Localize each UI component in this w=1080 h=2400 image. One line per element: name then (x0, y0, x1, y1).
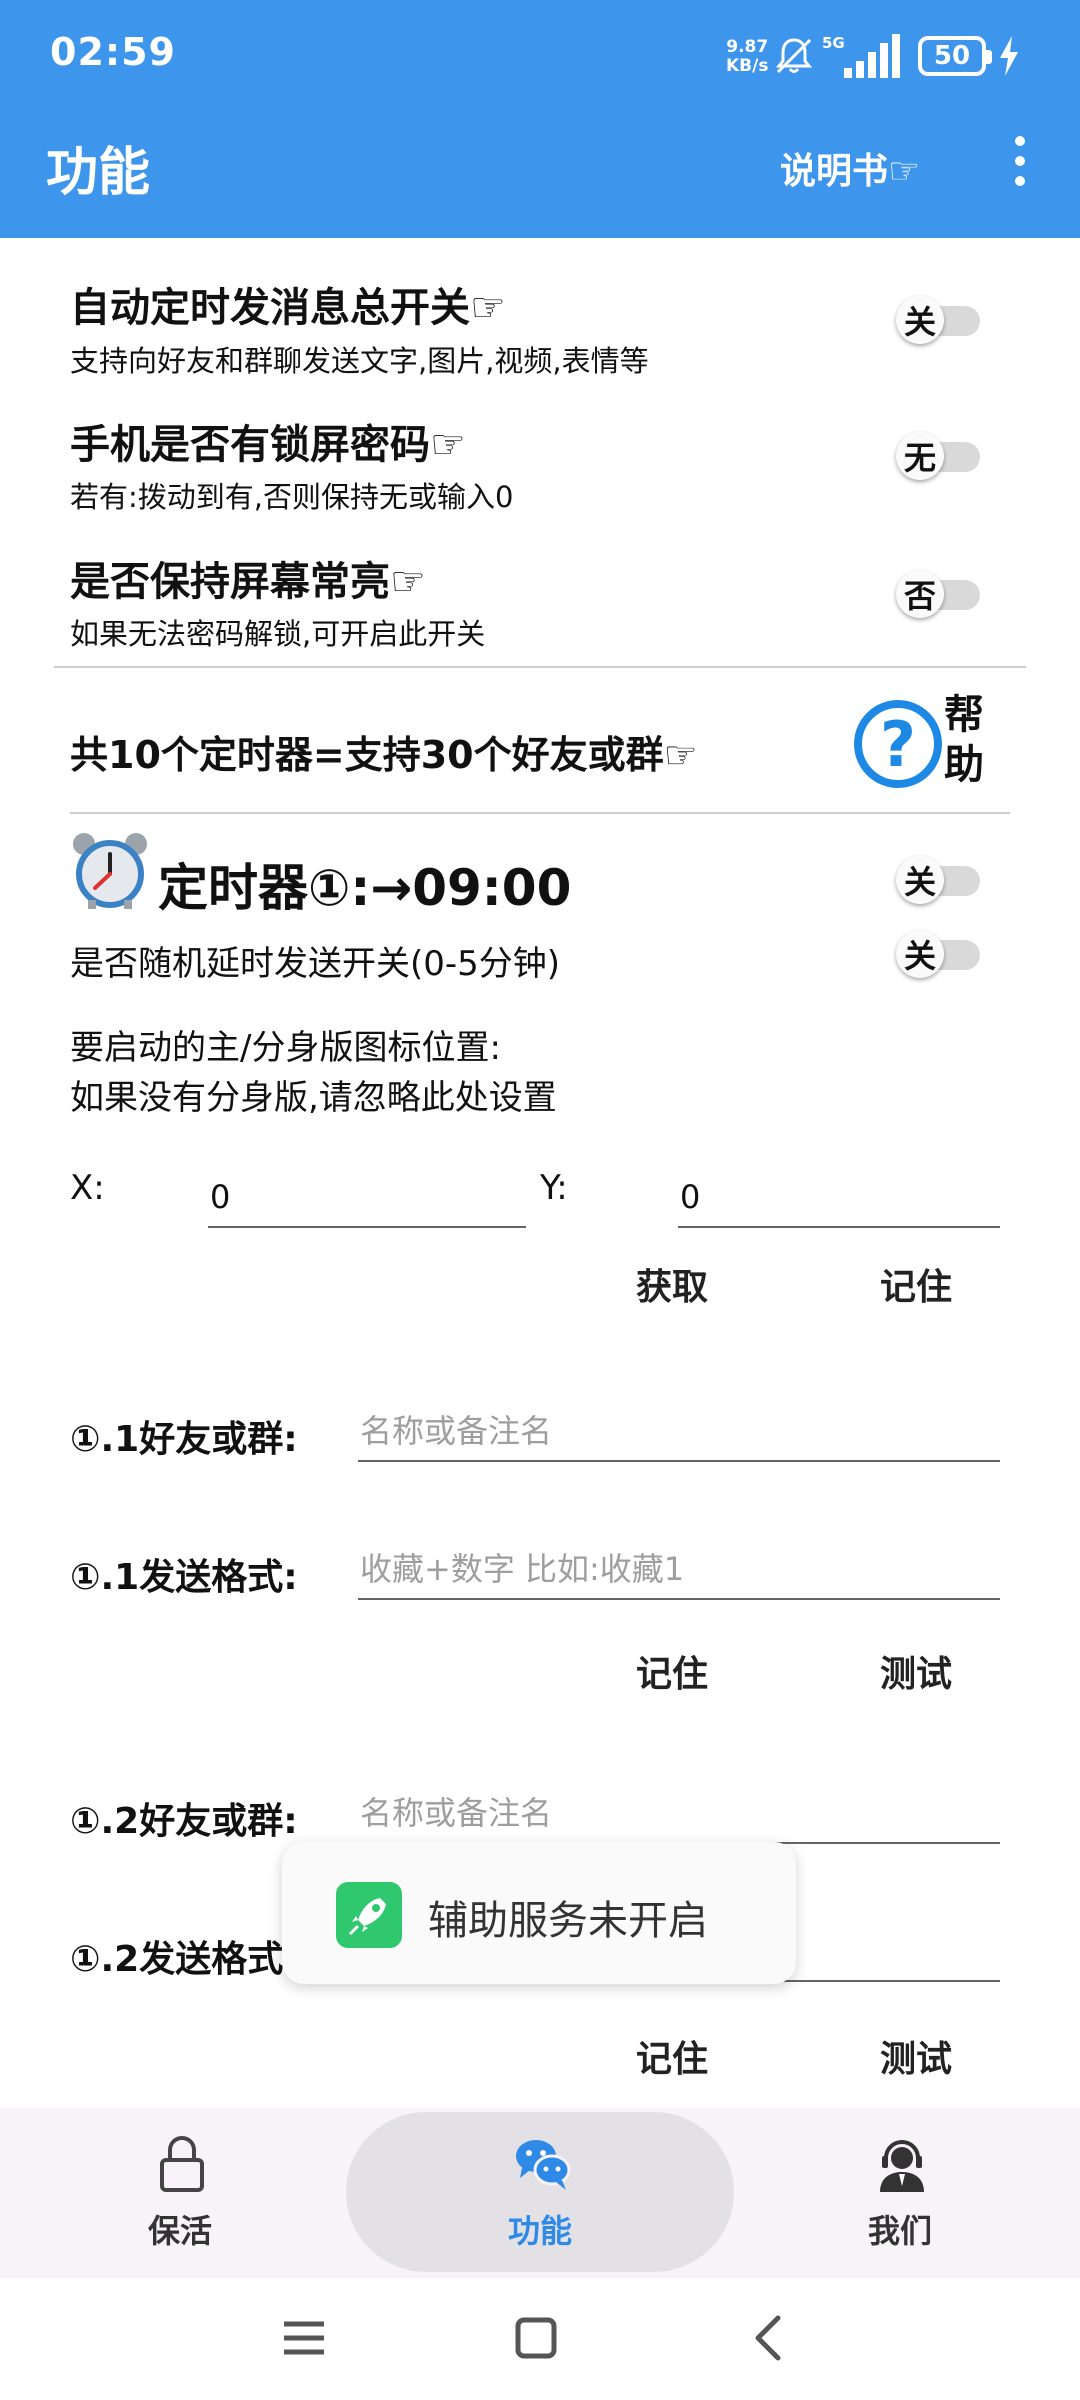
chat-icon (516, 2140, 571, 2190)
app-rocket-icon (336, 1882, 402, 1948)
timer-1-switch[interactable]: 关 (896, 856, 982, 904)
timer-1-title: 定时器①:→09:00 (158, 859, 572, 917)
friend-1-2-input[interactable] (358, 1784, 1000, 1844)
back-icon[interactable] (738, 2306, 802, 2370)
alarm-clock-icon (73, 833, 147, 909)
nav-item-about-us[interactable]: 我们 (800, 2108, 1000, 2278)
overflow-menu-icon[interactable] (1010, 136, 1030, 190)
remember-position-button[interactable]: 记住 (880, 1258, 952, 1310)
status-bar: 02:59 9.87 KB/s 5G 50 (0, 0, 1080, 110)
x-label: X: (70, 1168, 105, 1208)
status-time: 02:59 (50, 30, 176, 74)
support-agent-icon (880, 2140, 924, 2192)
mute-bell-icon (775, 38, 813, 74)
toast-text: 辅助服务未开启 (428, 1898, 708, 1944)
lock-password-switch[interactable]: 无 (896, 432, 982, 480)
manual-button[interactable]: 说明书☞ (780, 142, 920, 194)
charging-icon (1000, 36, 1018, 76)
test-1-1-button[interactable]: 测试 (880, 1645, 952, 1697)
setting-title-lock-password: 手机是否有锁屏密码☞ (70, 422, 466, 468)
y-coordinate-input[interactable] (678, 1168, 1000, 1228)
setting-subtitle-keep-screen-on: 如果无法密码解锁,可开启此开关 (70, 617, 486, 651)
setting-subtitle-lock-password: 若有:拨动到有,否则保持无或输入0 (70, 480, 514, 514)
friend-1-2-label: ①.2好友或群: (70, 1801, 298, 1842)
keep-screen-on-switch[interactable]: 否 (896, 570, 982, 618)
format-1-2-label: ①.2发送格式: (70, 1939, 298, 1980)
nav-item-functions[interactable]: 功能 (440, 2108, 640, 2278)
get-position-button[interactable]: 获取 (636, 1258, 708, 1310)
svg-text:5G: 5G (822, 34, 845, 52)
friend-1-1-label: ①.1好友或群: (70, 1419, 298, 1460)
random-delay-label: 是否随机延时发送开关(0-5分钟) (70, 944, 561, 984)
format-1-1-input[interactable] (358, 1540, 1000, 1600)
remember-1-2-button[interactable]: 记住 (636, 2030, 708, 2082)
nav-item-keepalive[interactable]: 保活 (80, 2108, 280, 2278)
battery-indicator: 50 (918, 36, 992, 76)
network-speed: 9.87 KB/s (726, 37, 769, 76)
y-label: Y: (540, 1168, 568, 1208)
help-button[interactable]: ? 帮助 (854, 690, 994, 800)
bottom-navigation: 保活 功能 我们 (0, 2108, 1080, 2278)
top-app-bar: 02:59 9.87 KB/s 5G 50 功能 说明书☞ (0, 0, 1080, 238)
setting-title-auto-send: 自动定时发消息总开关☞ (70, 285, 506, 331)
setting-title-keep-screen-on: 是否保持屏幕常亮☞ (70, 559, 426, 605)
x-coordinate-input[interactable] (208, 1168, 526, 1228)
signal-5g-icon: 5G (822, 34, 900, 78)
system-navigation-bar (0, 2278, 1080, 2400)
toast-message: 辅助服务未开启 (282, 1842, 796, 1984)
home-icon[interactable] (504, 2306, 568, 2370)
friend-1-1-input[interactable] (358, 1402, 1000, 1462)
help-label: 帮助 (944, 692, 984, 788)
timer-count-text: 共10个定时器=支持30个好友或群☞ (70, 733, 698, 777)
format-1-1-label: ①.1发送格式: (70, 1557, 298, 1598)
icon-position-label: 要启动的主/分身版图标位置: (70, 1028, 501, 1068)
lock-icon (160, 2136, 204, 2192)
page-title: 功能 (46, 143, 151, 203)
setting-subtitle-auto-send: 支持向好友和群聊发送文字,图片,视频,表情等 (70, 344, 649, 378)
random-delay-switch[interactable]: 关 (896, 930, 982, 978)
divider (70, 812, 1010, 814)
question-icon: ? (854, 700, 942, 788)
auto-send-switch[interactable]: 关 (896, 296, 982, 344)
divider (54, 666, 1026, 668)
menu-icon[interactable] (272, 2306, 336, 2370)
icon-position-hint: 如果没有分身版,请忽略此处设置 (70, 1078, 557, 1118)
test-1-2-button[interactable]: 测试 (880, 2030, 952, 2082)
remember-1-1-button[interactable]: 记住 (636, 1645, 708, 1697)
